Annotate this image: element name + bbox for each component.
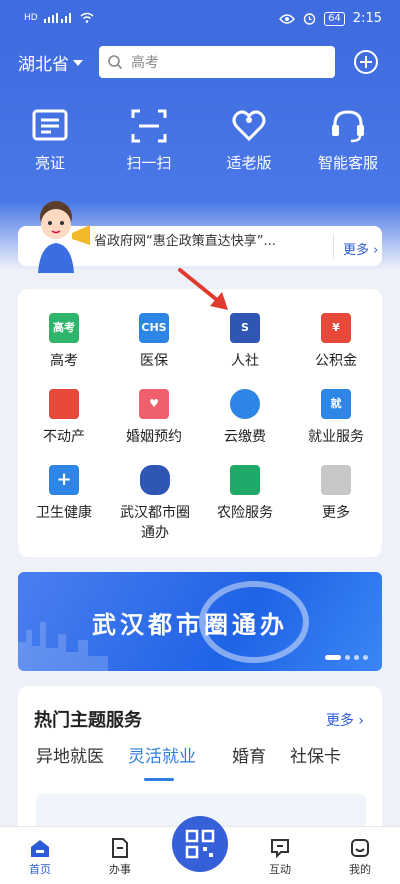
service-marriage-booking[interactable]: ♥ 婚姻预约	[109, 389, 199, 447]
tab-flexible-employment[interactable]: 灵活就业	[128, 742, 196, 767]
service-label: 人社	[231, 353, 259, 369]
gaokao-icon: 高考	[49, 313, 79, 343]
network-label: HD	[24, 12, 38, 23]
hot-topics-more-link[interactable]: 更多 ›	[326, 710, 364, 730]
hot-topics-title: 热门主题服务	[34, 710, 142, 731]
service-label: 不动产	[43, 429, 85, 445]
notice-more-link[interactable]: 更多 ›	[343, 239, 378, 258]
nav-label: 首页	[29, 863, 51, 876]
promo-banner[interactable]: 武汉都市圈通办	[18, 572, 382, 671]
qr-code-icon	[185, 829, 215, 859]
service-label: 公积金	[315, 353, 357, 369]
wifi-icon	[80, 12, 94, 23]
chat-icon	[271, 839, 289, 859]
elderly-heart-icon	[232, 110, 266, 142]
tab-social-security-card[interactable]: 社保卡	[290, 742, 341, 767]
service-housing-fund[interactable]: ¥ 公积金	[291, 313, 381, 371]
scan-icon	[131, 109, 167, 143]
home-icon	[31, 840, 49, 857]
social-security-icon: S	[230, 313, 260, 343]
service-label: 农险服务	[217, 505, 273, 521]
tab-marriage-childbirth[interactable]: 婚育	[232, 742, 266, 767]
service-label: 医保	[140, 353, 168, 369]
service-label: 云缴费	[224, 429, 266, 445]
service-label: 就业服务	[308, 429, 364, 445]
service-wuhan-metro[interactable]: 武汉都市圈通办	[109, 465, 201, 543]
service-medical-insurance[interactable]: CHS 医保	[109, 313, 199, 371]
service-cloud-payment[interactable]: 云缴费	[200, 389, 290, 447]
mascot-avatar	[38, 201, 90, 273]
tab-remote-medical[interactable]: 异地就医	[36, 742, 104, 767]
heart-icon: ♥	[139, 389, 169, 419]
quick-action-label: 智能客服	[317, 154, 378, 172]
medical-insurance-icon: CHS	[139, 313, 169, 343]
housing-fund-icon: ¥	[321, 313, 351, 343]
hot-topics-card: 热门主题服务 更多 › 异地就医 灵活就业 婚育 社保卡	[18, 686, 382, 836]
user-icon	[351, 839, 369, 857]
service-social-security[interactable]: S 人社	[200, 313, 290, 371]
province-label: 湖北省	[18, 55, 69, 75]
status-right: 64 2:15	[279, 11, 382, 26]
signal-icon	[43, 13, 71, 23]
quick-action-label: 扫一扫	[126, 154, 172, 172]
service-label: 高考	[50, 353, 78, 369]
quick-action-scan[interactable]: 扫一扫	[104, 107, 194, 173]
service-real-estate[interactable]: 不动产	[19, 389, 109, 447]
headset-icon	[332, 110, 364, 143]
nav-interaction[interactable]: 互动	[250, 837, 310, 877]
chevron-down-icon	[73, 59, 83, 66]
quick-action-label: 适老版	[226, 154, 272, 172]
health-shield-icon: +	[49, 465, 79, 495]
search-placeholder: 高考	[131, 55, 159, 71]
nav-label: 我的	[349, 863, 371, 876]
cloud-icon	[230, 389, 260, 419]
service-label: 武汉都市圈通办	[120, 505, 190, 541]
red-arrow-annotation	[178, 268, 228, 310]
battery-indicator: 64	[324, 11, 345, 26]
quick-action-elderly-mode[interactable]: 适老版	[204, 107, 294, 173]
nav-label: 互动	[269, 863, 291, 876]
map-region-icon	[140, 465, 170, 495]
building-icon	[49, 389, 79, 419]
nav-label: 办事	[109, 863, 131, 876]
active-tab-indicator	[144, 778, 174, 781]
signal-indicators: HD	[24, 12, 94, 23]
add-icon[interactable]	[352, 48, 380, 76]
banner-title: 武汉都市圈通办	[92, 611, 288, 639]
alarm-icon	[303, 13, 316, 25]
clock: 2:15	[352, 11, 382, 26]
quick-action-customer-service[interactable]: 智能客服	[303, 107, 393, 173]
nav-profile[interactable]: 我的	[330, 837, 390, 877]
search-icon	[108, 55, 123, 70]
service-label: 更多	[322, 505, 350, 521]
service-employment[interactable]: 就就业服务	[291, 389, 381, 447]
service-label: 婚姻预约	[126, 429, 182, 445]
farmhouse-icon	[230, 465, 260, 495]
status-bar: HD 64 2:15	[0, 0, 400, 40]
eye-icon	[279, 13, 295, 24]
hot-topics-more-label: 更多	[325, 713, 354, 729]
province-selector[interactable]: 湖北省	[18, 50, 83, 75]
notice-text[interactable]: 省政府网“惠企政策直达快享”...	[94, 230, 314, 249]
divider	[333, 234, 334, 258]
service-agri-insurance[interactable]: 农险服务	[200, 465, 290, 523]
service-gaokao[interactable]: 高考 高考	[19, 313, 109, 371]
document-icon	[112, 838, 128, 858]
search-input[interactable]: 高考	[99, 46, 335, 78]
qr-code-button[interactable]	[172, 816, 228, 872]
id-card-icon	[32, 109, 68, 141]
service-health[interactable]: + 卫生健康	[19, 465, 109, 523]
nav-services[interactable]: 办事	[90, 837, 150, 877]
quick-action-show-id[interactable]: 亮证	[5, 107, 95, 173]
more-grid-icon	[321, 465, 351, 495]
service-more[interactable]: 更多	[291, 465, 381, 523]
employment-icon: 就	[321, 389, 351, 419]
notice-more-label: 更多	[343, 243, 370, 258]
quick-action-label: 亮证	[34, 154, 65, 172]
carousel-indicator	[325, 655, 368, 660]
service-label: 卫生健康	[36, 505, 92, 521]
nav-home[interactable]: 首页	[10, 837, 70, 877]
